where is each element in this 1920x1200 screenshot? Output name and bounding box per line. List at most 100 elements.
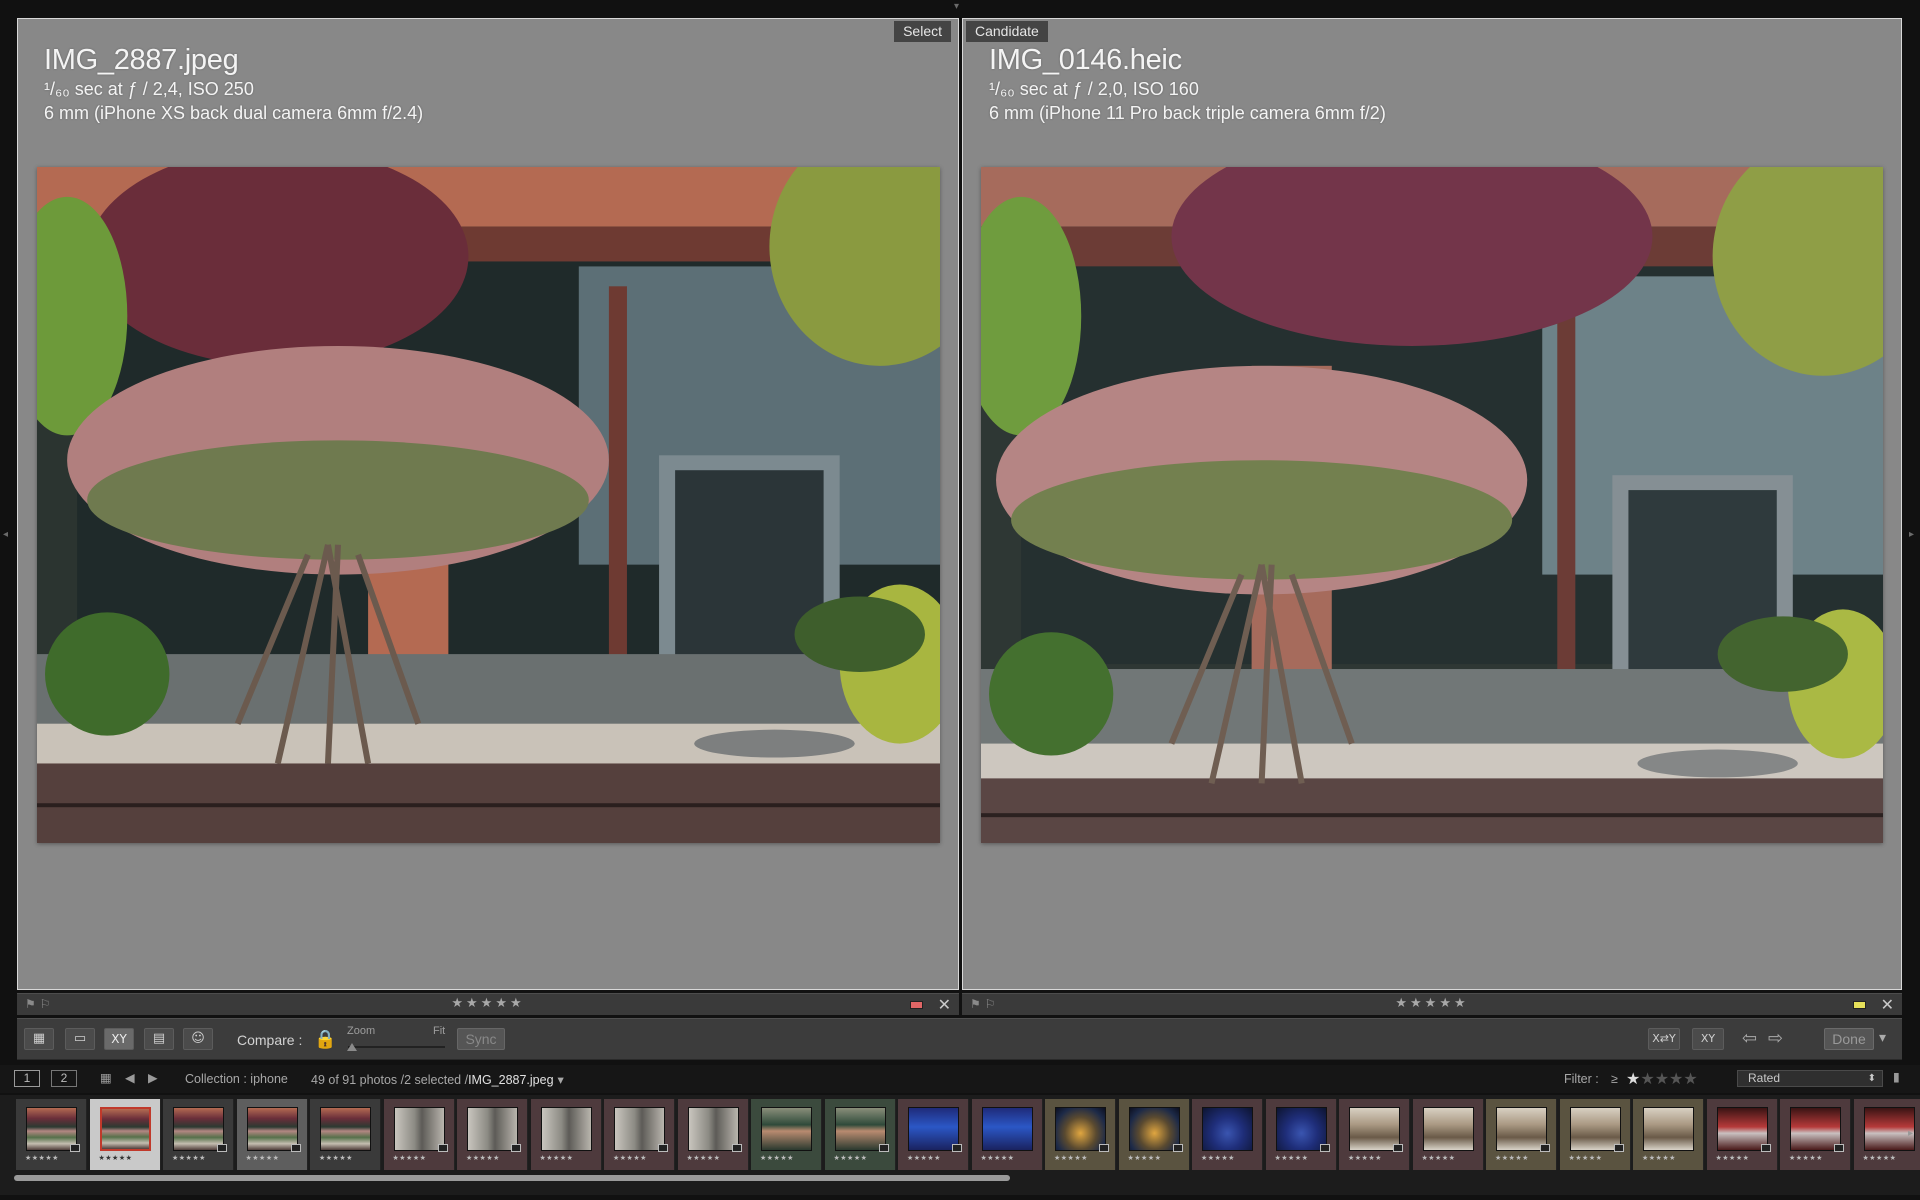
- collection-source[interactable]: Collection : iphone: [185, 1072, 288, 1086]
- compare-toolbar: ▦ ▭ XY ▤ ☺ Compare : 🔒 Zoom Fit Sync X⇄Y…: [17, 1018, 1902, 1060]
- thumbnail-rating: ★★★★★: [833, 1154, 868, 1162]
- collection-badge-icon: [1099, 1144, 1109, 1152]
- filter-label: Filter :: [1564, 1072, 1599, 1086]
- candidate-close-icon[interactable]: ✕: [1881, 995, 1894, 1014]
- filmstrip-thumbnail[interactable]: ★★★★★: [1045, 1099, 1116, 1170]
- survey-view-icon[interactable]: ▤: [144, 1028, 174, 1050]
- thumbnail-image: [1643, 1107, 1694, 1151]
- photo-count-text: 49 of 91 photos /2 selected /: [311, 1073, 469, 1087]
- collection-badge-icon: [1172, 1144, 1183, 1152]
- previous-photo-icon[interactable]: ⇦: [1742, 1028, 1757, 1049]
- filmstrip-thumbnail[interactable]: ★★★★★: [1118, 1099, 1190, 1170]
- filmstrip-thumbnail[interactable]: ★★★★★: [16, 1099, 87, 1170]
- candidate-color-label[interactable]: [1853, 1001, 1866, 1009]
- select-color-label[interactable]: [910, 1001, 923, 1009]
- select-rating-stars[interactable]: ★★★★★: [451, 996, 524, 1011]
- filmstrip-thumbnail[interactable]: ★★★★★: [971, 1099, 1043, 1170]
- candidate-exposure: ¹/₆₀ sec at ƒ / 2,0, ISO 160: [989, 79, 1199, 99]
- people-view-icon[interactable]: ☺: [183, 1028, 213, 1050]
- filmstrip-thumbnail[interactable]: ★★★★★: [163, 1099, 234, 1170]
- filmstrip-thumbnail[interactable]: ★★★★★: [1706, 1099, 1778, 1170]
- select-flag-icons[interactable]: ⚑ ⚐: [25, 997, 50, 1011]
- collection-badge-icon: [658, 1144, 668, 1152]
- filmstrip-thumbnail[interactable]: ★★★★★: [824, 1099, 896, 1170]
- make-select-icon[interactable]: XY: [1692, 1028, 1724, 1050]
- filmstrip-thumbnail[interactable]: ★★★★★: [677, 1099, 749, 1170]
- grid-view-icon[interactable]: ▦: [24, 1028, 54, 1050]
- collection-badge-icon: [1613, 1144, 1624, 1152]
- thumbnail-rating: ★★★★★: [539, 1154, 574, 1162]
- filmstrip-thumbnail[interactable]: ★★★★★: [604, 1099, 675, 1170]
- filmstrip-thumbnail[interactable]: ★★★★★: [1339, 1099, 1410, 1170]
- second-monitor-button[interactable]: 2: [51, 1070, 77, 1087]
- zoom-slider-thumb[interactable]: [347, 1043, 357, 1051]
- filter-stars[interactable]: ★★★★★: [1626, 1069, 1698, 1088]
- compare-view-icon[interactable]: XY: [104, 1028, 134, 1050]
- select-pane-bar: ⚑ ⚐ ★★★★★ ✕: [17, 993, 959, 1015]
- swap-icon[interactable]: X⇄Y: [1648, 1028, 1680, 1050]
- filter-preset-select[interactable]: Rated ⬍: [1737, 1070, 1883, 1087]
- thumbnail-rating: ★★★★★: [172, 1154, 206, 1162]
- filmstrip-thumbnail[interactable]: ★★★★★: [383, 1099, 455, 1170]
- candidate-pane[interactable]: Candidate IMG_0146.heic ¹/₆₀ sec at ƒ / …: [962, 18, 1902, 990]
- filmstrip-scroll-right-icon[interactable]: ▸: [1908, 1129, 1913, 1139]
- zoom-label: Zoom: [347, 1025, 376, 1037]
- fit-label: Fit: [433, 1025, 446, 1037]
- candidate-flag-icons[interactable]: ⚑ ⚐: [970, 997, 995, 1011]
- filename-dropdown-icon[interactable]: ▾: [554, 1072, 564, 1087]
- filmstrip-thumbnail[interactable]: ★★★★★: [1486, 1099, 1557, 1170]
- current-filename: IMG_2887.jpeg: [468, 1073, 554, 1087]
- filmstrip-thumbnail[interactable]: ★★★★★: [310, 1099, 381, 1170]
- photo-count[interactable]: 49 of 91 photos /2 selected /IMG_2887.jp…: [311, 1072, 564, 1087]
- top-panel-toggle-icon[interactable]: ▾: [954, 2, 959, 12]
- thumbnail-image: [1202, 1107, 1253, 1151]
- filmstrip-thumbnail[interactable]: ★★★★★: [1412, 1099, 1484, 1170]
- filmstrip-thumbnail[interactable]: ★★★★★: [1780, 1099, 1851, 1170]
- filmstrip-thumbnail[interactable]: ★★★★★: [530, 1099, 602, 1170]
- back-arrow-icon[interactable]: ◀: [125, 1070, 135, 1085]
- filmstrip-thumbnail[interactable]: ★★★★★: [457, 1099, 528, 1170]
- sync-button[interactable]: Sync: [457, 1028, 505, 1050]
- candidate-pane-bar: ⚑ ⚐ ★★★★★ ✕: [962, 993, 1902, 1015]
- forward-arrow-icon[interactable]: ▶: [148, 1070, 158, 1085]
- zoom-lock-icon[interactable]: 🔒: [314, 1029, 336, 1050]
- select-tag: Select: [894, 21, 951, 42]
- loupe-view-icon[interactable]: ▭: [65, 1028, 95, 1050]
- filmstrip-scrollbar[interactable]: [14, 1175, 1010, 1181]
- filmstrip[interactable]: ★★★★★ ★★★★★ ★★★★★ ★★★★★ ★★★★★ ★★★★★ ★★★★★ ★★★★★…: [0, 1095, 1920, 1195]
- collection-badge-icon: [1319, 1144, 1330, 1152]
- thumbnail-rating: ★★★★★: [1642, 1154, 1676, 1162]
- filmstrip-thumbnail[interactable]: ★★★★★: [89, 1099, 161, 1170]
- filmstrip-thumbnail[interactable]: ★★★★★: [898, 1099, 969, 1170]
- candidate-photo[interactable]: [981, 167, 1883, 843]
- zoom-slider-track[interactable]: [348, 1046, 445, 1048]
- filmstrip-thumbnail[interactable]: ★★★★★: [751, 1099, 822, 1170]
- filmstrip-thumbnail[interactable]: ★★★★★: [236, 1099, 308, 1170]
- filmstrip-thumbnail[interactable]: ★★★★★: [1265, 1099, 1337, 1170]
- done-button[interactable]: Done: [1824, 1028, 1874, 1050]
- filter-lock-icon[interactable]: ▮: [1893, 1069, 1900, 1084]
- select-close-icon[interactable]: ✕: [938, 995, 951, 1014]
- select-photo[interactable]: [37, 167, 940, 843]
- thumbnail-rating: ★★★★★: [1054, 1154, 1088, 1162]
- select-lens: 6 mm (iPhone XS back dual camera 6mm f/2…: [44, 103, 424, 123]
- filmstrip-thumbnail[interactable]: ★★★★★: [1192, 1099, 1263, 1170]
- thumbnail-rating: ★★★★★: [98, 1154, 133, 1162]
- thumbnail-rating: ★★★★★: [1348, 1154, 1382, 1162]
- left-panel-toggle-icon[interactable]: ◂: [3, 530, 8, 540]
- thumbnail-rating: ★★★★★: [686, 1154, 721, 1162]
- filter-preset-value: Rated: [1748, 1071, 1781, 1085]
- main-monitor-button[interactable]: 1: [14, 1070, 40, 1087]
- filter-operator[interactable]: ≥: [1611, 1072, 1618, 1086]
- select-pane[interactable]: Select IMG_2887.jpeg ¹/₆₀ sec at ƒ / 2,4…: [17, 18, 959, 990]
- filmstrip-thumbnail[interactable]: ★★★★★: [1633, 1099, 1704, 1170]
- grid-shortcut-icon[interactable]: ▦: [100, 1070, 112, 1085]
- filmstrip-thumbnail[interactable]: ★★★★★: [1559, 1099, 1631, 1170]
- right-panel-toggle-icon[interactable]: ▸: [1909, 530, 1914, 540]
- toolbar-menu-icon[interactable]: ▾: [1879, 1030, 1886, 1046]
- next-photo-icon[interactable]: ⇨: [1768, 1028, 1783, 1049]
- candidate-info-overlay: IMG_0146.heic ¹/₆₀ sec at ƒ / 2,0, ISO 1…: [989, 43, 1386, 125]
- candidate-rating-stars[interactable]: ★★★★★: [1395, 996, 1468, 1011]
- thumbnail-image: [320, 1107, 371, 1151]
- lightroom-compare-view: ▾ ◂ ▸ ▾ Select IMG_2887.jpeg ¹/₆₀ sec at…: [0, 0, 1920, 1200]
